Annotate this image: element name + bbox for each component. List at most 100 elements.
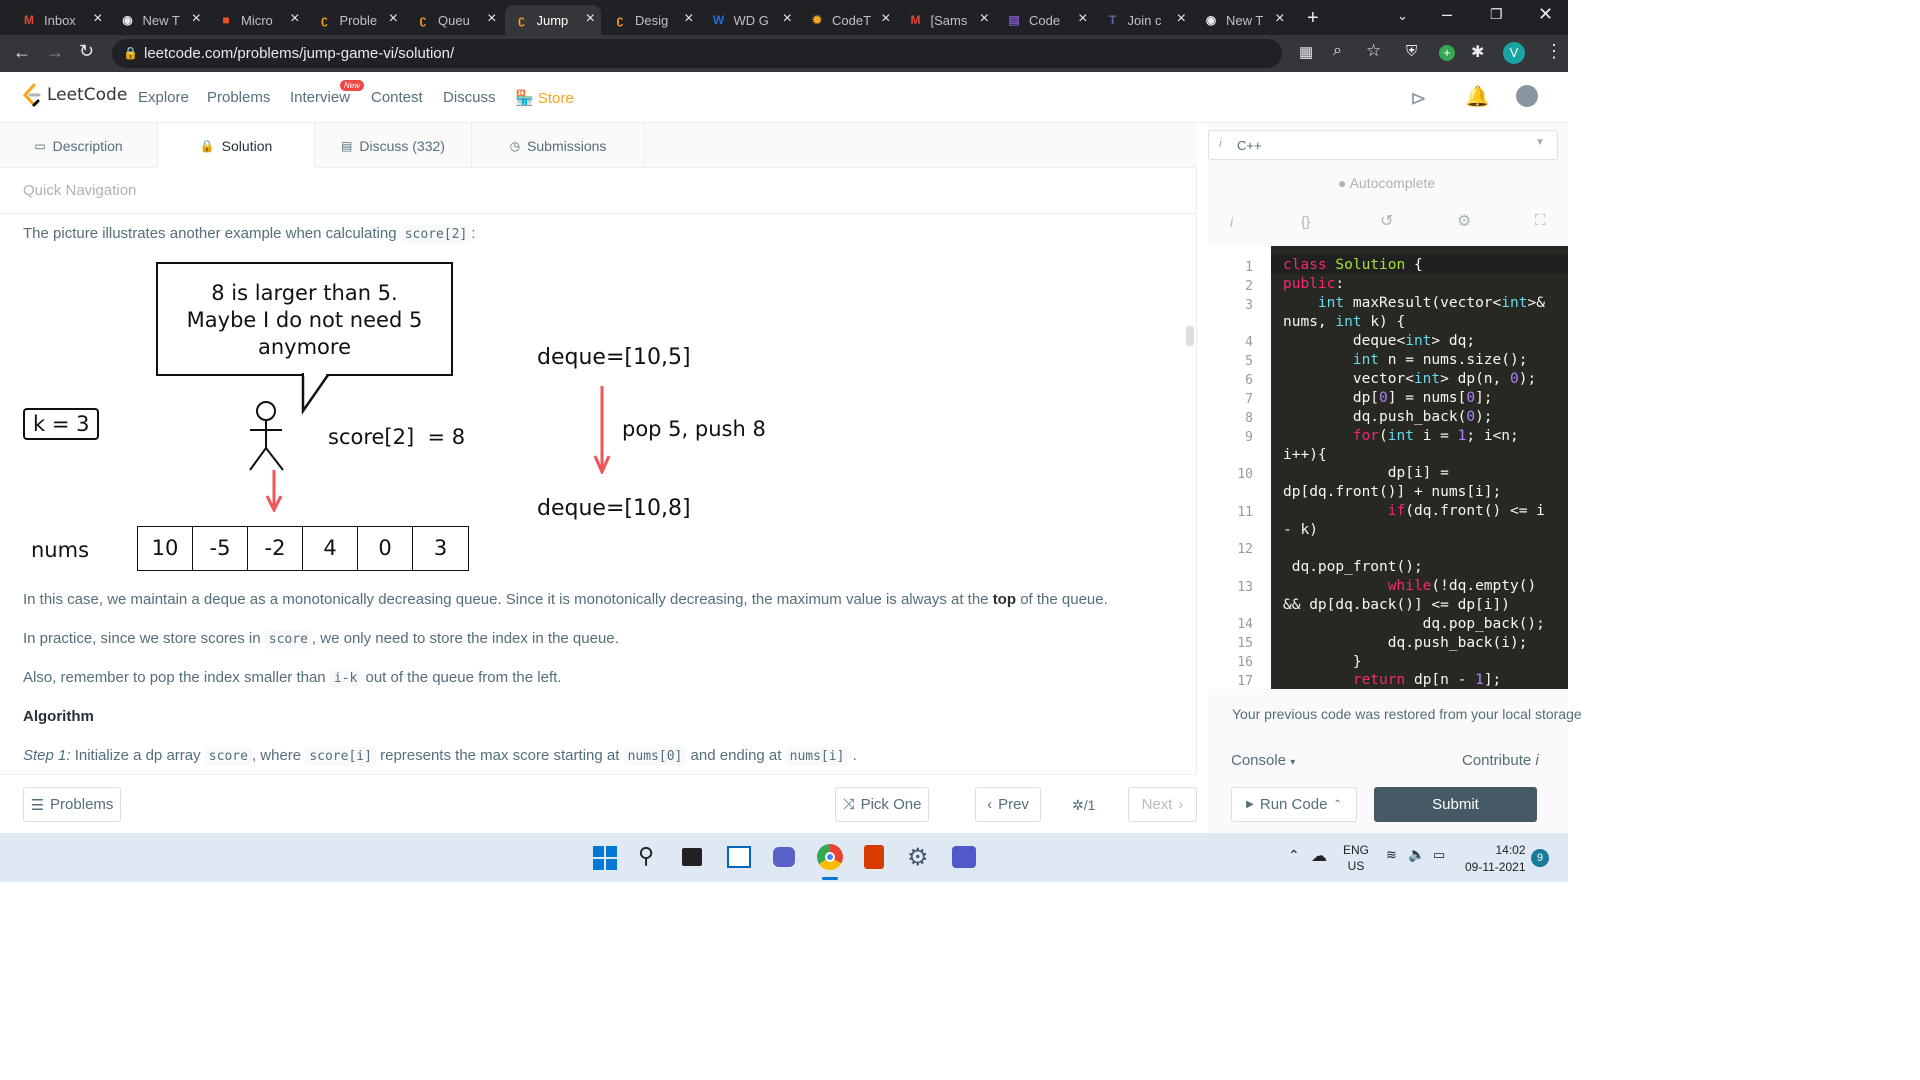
codechef-icon: ✹ bbox=[811, 13, 823, 27]
reset-icon[interactable]: ↺ bbox=[1380, 211, 1393, 231]
close-tab-icon[interactable]: × bbox=[881, 10, 890, 28]
browser-tab[interactable]: M [Sams × bbox=[899, 5, 996, 35]
nums-array: 10 -5 -2 4 0 3 bbox=[137, 526, 469, 571]
volume-icon[interactable]: 🔈 bbox=[1408, 846, 1425, 863]
tab-discuss[interactable]: ▤ Discuss (332) bbox=[315, 123, 472, 168]
close-tab-icon[interactable]: × bbox=[290, 10, 299, 28]
code-editor[interactable]: class Solution { public: int maxResult(v… bbox=[1271, 246, 1568, 689]
browser-tab-label: WD G bbox=[733, 12, 769, 28]
browser-tab[interactable]: ʗ Proble × bbox=[308, 5, 405, 35]
code-line: int n = nums.size(); bbox=[1352, 352, 1528, 368]
browser-tab[interactable]: ◉ New T × bbox=[111, 5, 208, 35]
close-tab-icon[interactable]: × bbox=[1078, 10, 1087, 28]
browser-tab[interactable]: M Inbox × bbox=[12, 5, 109, 35]
pick-one-button[interactable]: ⤨ Pick One bbox=[835, 787, 929, 822]
maximize-icon[interactable]: ❐ bbox=[1490, 6, 1503, 23]
clock[interactable]: 14:02 09-11-2021 bbox=[1465, 842, 1526, 876]
close-tab-icon[interactable]: × bbox=[93, 10, 102, 28]
zoom-icon[interactable]: ⌕ bbox=[1333, 42, 1342, 60]
user-avatar-icon[interactable] bbox=[1516, 85, 1538, 107]
onedrive-icon[interactable]: ☁ bbox=[1311, 846, 1327, 866]
reload-icon[interactable]: ↻ bbox=[79, 41, 94, 62]
app-install-icon[interactable]: ▦ bbox=[1299, 43, 1313, 61]
submit-button[interactable]: Submit bbox=[1374, 787, 1537, 822]
forward-icon[interactable]: → bbox=[46, 42, 64, 63]
browser-tab[interactable]: ◉ New T × bbox=[1194, 5, 1291, 35]
close-tab-icon[interactable]: × bbox=[980, 10, 989, 28]
problems-label: Problems bbox=[50, 796, 114, 813]
close-tab-icon[interactable]: × bbox=[783, 10, 792, 28]
back-icon[interactable]: ← bbox=[13, 42, 31, 63]
close-tab-icon[interactable]: × bbox=[192, 10, 201, 28]
browser-tab[interactable]: ■ Micro × bbox=[209, 5, 306, 35]
teams-icon[interactable] bbox=[952, 846, 976, 868]
tray-chevron-icon[interactable]: ⌃ bbox=[1288, 847, 1300, 864]
extension-shield-icon[interactable]: ⛨ bbox=[1406, 43, 1417, 60]
browser-tab[interactable]: T Join c × bbox=[1096, 5, 1193, 35]
extension-plus-icon[interactable]: + bbox=[1439, 45, 1455, 61]
notification-count-badge[interactable]: 9 bbox=[1531, 849, 1549, 867]
quick-navigation[interactable]: Quick Navigation bbox=[23, 182, 136, 199]
close-tab-icon[interactable]: × bbox=[684, 10, 693, 28]
language-select[interactable]: i C++ ▼ bbox=[1208, 130, 1558, 160]
widgets-icon[interactable] bbox=[727, 846, 751, 868]
contribute-link[interactable]: Contribute i bbox=[1462, 752, 1539, 769]
chat-icon[interactable] bbox=[773, 847, 795, 867]
language-indicator[interactable]: ENG US bbox=[1343, 842, 1369, 874]
nav-discuss[interactable]: Discuss bbox=[443, 89, 496, 106]
editor-info-icon[interactable]: i bbox=[1230, 214, 1233, 230]
playground-icon[interactable]: ⊳ bbox=[1410, 86, 1427, 111]
fullscreen-icon[interactable]: ⛶ bbox=[1535, 212, 1546, 229]
browser-tab[interactable]: ʗ Desig × bbox=[603, 5, 700, 35]
nav-explore[interactable]: Explore bbox=[138, 89, 189, 106]
browser-tab[interactable]: W WD G × bbox=[702, 5, 799, 35]
minimize-icon[interactable]: – bbox=[1442, 4, 1452, 25]
extensions-puzzle-icon[interactable]: ✱ bbox=[1471, 42, 1484, 62]
run-code-button[interactable]: ▶ Run Code ⌃ bbox=[1231, 787, 1357, 822]
nav-interview[interactable]: Interview bbox=[290, 89, 350, 106]
close-tab-icon[interactable]: × bbox=[1275, 10, 1284, 28]
nav-contest[interactable]: Contest bbox=[371, 89, 423, 106]
solution-icon: 🔒 bbox=[199, 138, 215, 153]
office-icon[interactable] bbox=[864, 845, 884, 869]
nav-store[interactable]: 🏪 Store bbox=[515, 89, 574, 107]
description-icon: ▭ bbox=[34, 138, 46, 153]
url-field[interactable]: 🔒 leetcode.com/problems/jump-game-vi/sol… bbox=[112, 39, 1282, 68]
profile-avatar[interactable]: V bbox=[1503, 42, 1525, 64]
bookmark-star-icon[interactable]: ☆ bbox=[1366, 41, 1381, 61]
nav-problems[interactable]: Problems bbox=[207, 89, 270, 106]
browser-tab[interactable]: ✹ CodeT × bbox=[800, 5, 897, 35]
tab-submissions[interactable]: ◷ Submissions bbox=[472, 123, 645, 168]
next-button[interactable]: Next › bbox=[1128, 787, 1197, 822]
start-windows-icon[interactable] bbox=[593, 846, 617, 870]
battery-icon[interactable]: ▭ bbox=[1433, 847, 1445, 863]
wifi-icon[interactable]: ≋ bbox=[1386, 847, 1397, 863]
tab-search-icon[interactable]: ⌄ bbox=[1397, 8, 1408, 24]
settings-taskbar-icon[interactable]: ⚙ bbox=[907, 843, 929, 872]
tab-solution[interactable]: 🔒 Solution bbox=[158, 123, 315, 168]
close-tab-icon[interactable]: × bbox=[389, 10, 398, 28]
browser-menu-icon[interactable]: ⋮ bbox=[1545, 41, 1563, 62]
search-icon[interactable]: ⚲ bbox=[638, 843, 654, 869]
tab-description[interactable]: ▭ Description bbox=[0, 123, 158, 168]
format-braces-icon[interactable]: {} bbox=[1301, 213, 1310, 229]
browser-tab[interactable]: ʗ Queu × bbox=[406, 5, 503, 35]
notification-bell-icon[interactable]: 🔔 bbox=[1465, 84, 1490, 109]
close-tab-icon[interactable]: × bbox=[1177, 10, 1186, 28]
problems-list-button[interactable]: ☰ Problems bbox=[23, 787, 121, 822]
chrome-taskbar-icon[interactable] bbox=[817, 844, 843, 870]
settings-gear-icon[interactable]: ⚙ bbox=[1457, 211, 1471, 231]
console-toggle[interactable]: Console ▾ bbox=[1231, 752, 1295, 769]
close-tab-icon[interactable]: × bbox=[487, 10, 496, 28]
browser-tab[interactable]: ʗ Jump × bbox=[504, 5, 601, 35]
leetcode-logo[interactable]: LeetCode bbox=[22, 83, 127, 107]
task-view-icon[interactable] bbox=[682, 848, 702, 866]
browser-tab[interactable]: ▤ Code × bbox=[997, 5, 1094, 35]
close-window-icon[interactable]: ✕ bbox=[1538, 4, 1553, 25]
article-scrollbar[interactable] bbox=[1186, 326, 1194, 346]
autocomplete-toggle[interactable]: ● Autocomplete bbox=[1338, 175, 1435, 191]
page-indicator[interactable]: ✲/1 bbox=[1072, 797, 1095, 814]
prev-button[interactable]: ‹ Prev bbox=[975, 787, 1041, 822]
close-tab-icon[interactable]: × bbox=[586, 10, 595, 28]
new-tab-icon[interactable]: + bbox=[1307, 7, 1319, 30]
